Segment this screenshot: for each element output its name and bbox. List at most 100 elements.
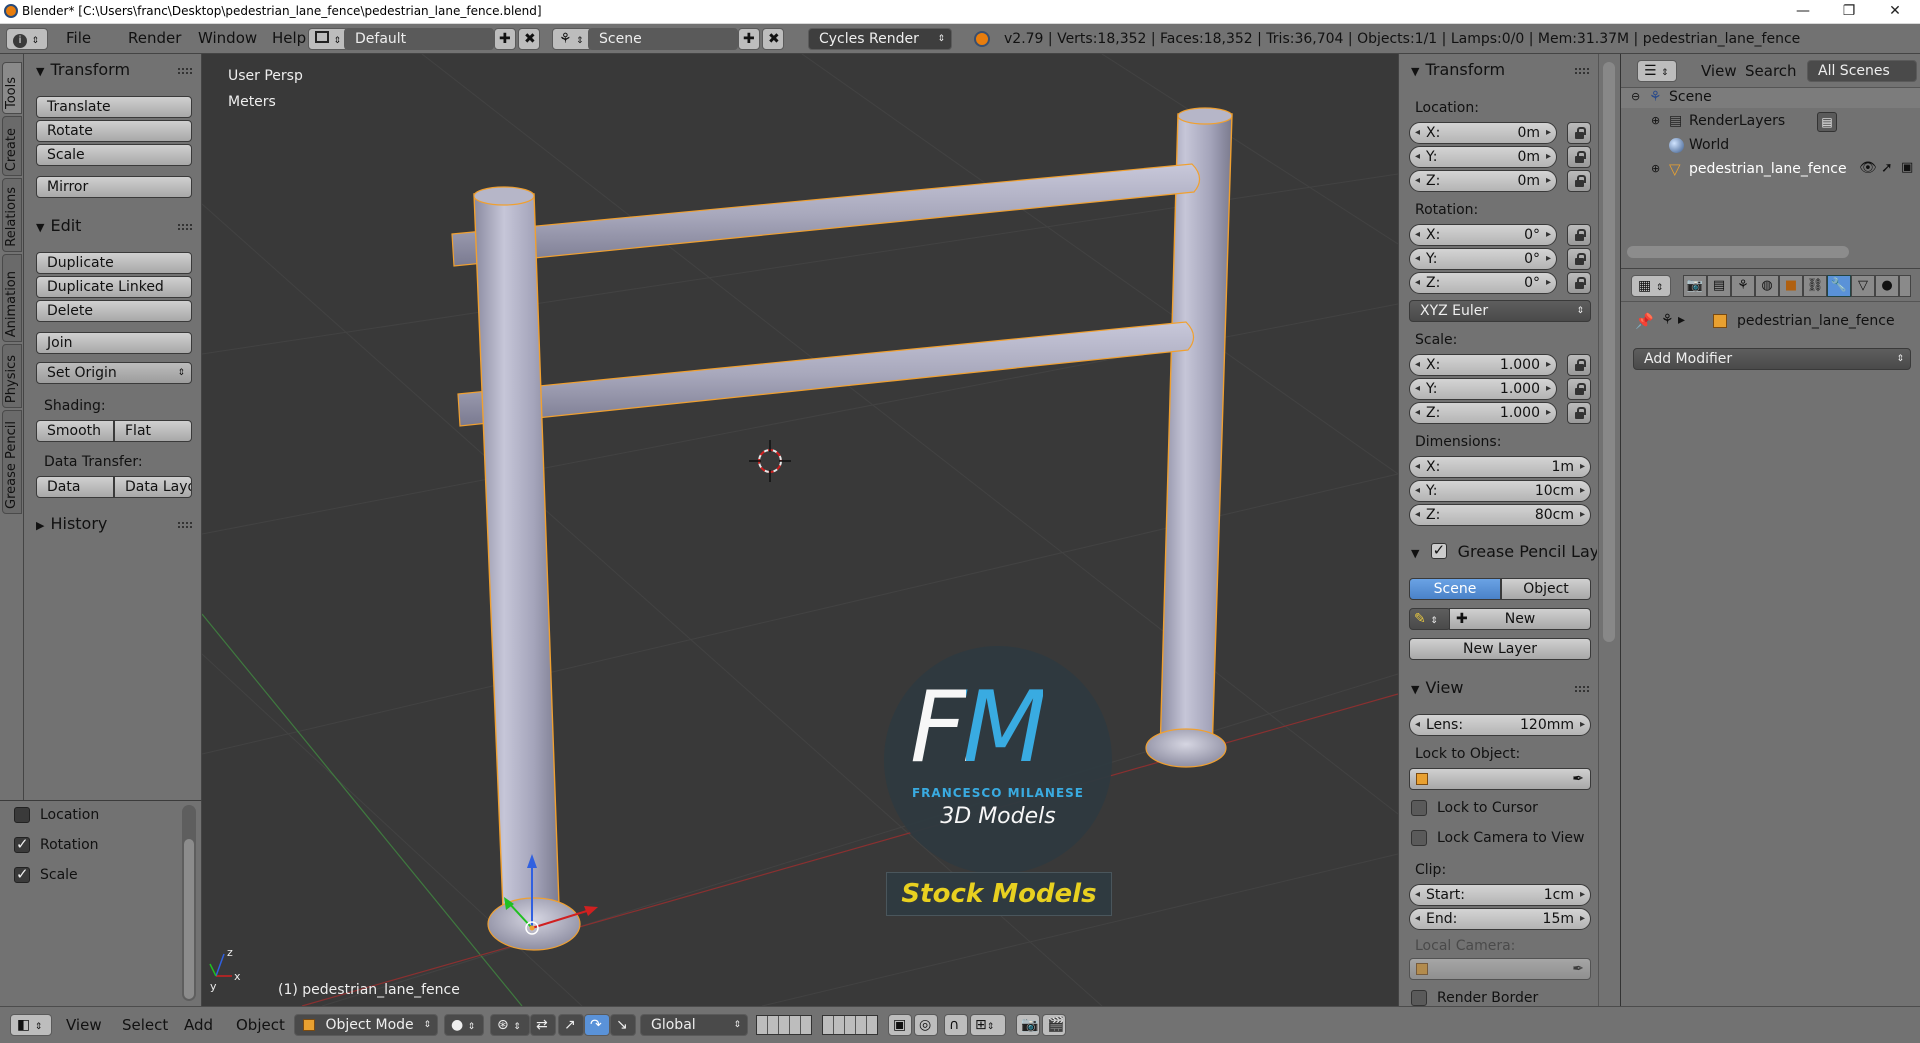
3d-viewport[interactable]: z y x User Persp Meters (1) pedestrian_l… bbox=[202, 54, 1398, 1006]
gp-new-button[interactable]: ✚ New bbox=[1449, 608, 1591, 630]
dimensions-y-field[interactable]: ◂ Y: 10cm ▸ bbox=[1409, 480, 1591, 502]
world-tab-icon[interactable]: ◍ bbox=[1755, 275, 1779, 297]
lock-location-z-icon[interactable] bbox=[1567, 170, 1591, 192]
minimize-button[interactable]: — bbox=[1780, 0, 1826, 24]
panel-grip-icon[interactable] bbox=[1575, 68, 1589, 74]
constraints-tab-icon[interactable]: ⛓ bbox=[1803, 275, 1827, 297]
outliner-row-renderlayers[interactable]: ⊕ ▤ RenderLayers ▤ bbox=[1621, 112, 1920, 132]
render-border-checkbox[interactable] bbox=[1411, 990, 1427, 1006]
lock-scale-z-icon[interactable] bbox=[1567, 402, 1591, 424]
rotation-mode-dropdown[interactable]: XYZ Euler ⇕ bbox=[1409, 300, 1591, 322]
menu-add[interactable]: Add bbox=[184, 1016, 213, 1034]
tab-grease-pencil[interactable]: Grease Pencil bbox=[2, 410, 22, 514]
visibility-eye-icon[interactable]: 👁 bbox=[1859, 160, 1877, 176]
location-y-field[interactable]: ◂ Y: 0m ▸ bbox=[1409, 146, 1557, 168]
data-tab-icon[interactable]: ▽ bbox=[1851, 275, 1875, 297]
lock-scale-x-icon[interactable] bbox=[1567, 354, 1591, 376]
clip-end-field[interactable]: ◂ End: 15m ▸ bbox=[1409, 908, 1591, 930]
menu-render[interactable]: Render bbox=[128, 29, 181, 47]
n-panel-scrollbar[interactable] bbox=[1603, 62, 1615, 642]
modifiers-tab-icon[interactable]: 🔧 bbox=[1827, 275, 1851, 297]
scale-checkbox[interactable] bbox=[14, 865, 30, 883]
opengl-render-animation-button[interactable]: 🎬 bbox=[1042, 1014, 1066, 1036]
view-panel-header[interactable]: ▼ View bbox=[1411, 678, 1463, 697]
join-button[interactable]: Join bbox=[36, 332, 192, 354]
pivot-point-dropdown[interactable]: ⊛ ⇕ bbox=[490, 1014, 530, 1036]
mirror-button[interactable]: Mirror bbox=[36, 176, 192, 198]
outliner-editor-type-button[interactable]: ☰ ⇕ bbox=[1637, 60, 1677, 82]
translate-manipulator-button[interactable]: ↗ bbox=[558, 1014, 584, 1036]
scene-tab-icon[interactable]: ⚘ bbox=[1731, 275, 1755, 297]
scrollbar-thumb[interactable] bbox=[184, 839, 194, 999]
gp-datablock-selector[interactable]: ✎ ⇕ bbox=[1409, 608, 1451, 630]
n-transform-header[interactable]: ▼ Transform bbox=[1411, 60, 1505, 79]
selectable-arrow-icon[interactable]: ➚ bbox=[1881, 160, 1893, 176]
outliner-display-mode[interactable]: All Scenes bbox=[1807, 60, 1917, 82]
delete-layout-button[interactable]: ✖ bbox=[518, 28, 540, 50]
layers-grid-1[interactable] bbox=[756, 1015, 812, 1035]
screen-layout-selector[interactable]: ⇕ bbox=[308, 28, 348, 50]
close-button[interactable]: ✕ bbox=[1872, 0, 1918, 24]
scale-button[interactable]: Scale bbox=[36, 144, 192, 166]
dimensions-z-field[interactable]: ◂ Z: 80cm ▸ bbox=[1409, 504, 1591, 526]
outliner-row-world[interactable]: World bbox=[1621, 136, 1920, 156]
location-z-field[interactable]: ◂ Z: 0m ▸ bbox=[1409, 170, 1557, 192]
manipulator-toggle[interactable]: ⇄ bbox=[530, 1014, 556, 1036]
rotation-checkbox[interactable] bbox=[14, 835, 30, 853]
delete-scene-button[interactable]: ✖ bbox=[762, 28, 784, 50]
data-layout-transfer-button[interactable]: Data Layo bbox=[114, 476, 192, 498]
snap-element-dropdown[interactable]: ⊞⇕ bbox=[970, 1014, 1006, 1036]
expand-icon[interactable]: ⊕ bbox=[1651, 162, 1660, 175]
lock-to-cursor-checkbox[interactable] bbox=[1411, 800, 1427, 816]
outliner-horizontal-scrollbar[interactable] bbox=[1627, 246, 1849, 258]
scale-x-field[interactable]: ◂ X: 1.000 ▸ bbox=[1409, 354, 1557, 376]
viewport-editor-type-button[interactable]: ◧ ⇕ bbox=[10, 1014, 52, 1036]
duplicate-linked-button[interactable]: Duplicate Linked bbox=[36, 276, 192, 298]
gp-object-toggle[interactable]: Object bbox=[1501, 578, 1591, 600]
maximize-button[interactable]: ❐ bbox=[1826, 0, 1872, 24]
location-x-field[interactable]: ◂ X: 0m ▸ bbox=[1409, 122, 1557, 144]
snap-toggle[interactable]: ∩ bbox=[944, 1014, 968, 1036]
outliner-row-object[interactable]: ⊕ ▽ pedestrian_lane_fence 👁 ➚ ▣ bbox=[1621, 160, 1920, 180]
add-modifier-dropdown[interactable]: Add Modifier ⇕ bbox=[1633, 348, 1911, 370]
render-layers-tab-icon[interactable]: ▤ bbox=[1707, 275, 1731, 297]
opengl-render-button[interactable]: 📷 bbox=[1016, 1014, 1040, 1036]
add-layout-button[interactable]: ✚ bbox=[494, 28, 516, 50]
scene-name[interactable]: Scene bbox=[588, 28, 738, 50]
duplicate-button[interactable]: Duplicate bbox=[36, 252, 192, 274]
lock-rotation-x-icon[interactable] bbox=[1567, 224, 1591, 246]
menu-select[interactable]: Select bbox=[122, 1016, 168, 1034]
edit-panel-header[interactable]: ▼ Edit bbox=[36, 216, 81, 235]
lock-rotation-z-icon[interactable] bbox=[1567, 272, 1591, 294]
menu-window[interactable]: Window bbox=[198, 29, 257, 47]
eyedropper-icon[interactable]: ✒ bbox=[1572, 769, 1584, 789]
rotate-button[interactable]: Rotate bbox=[36, 120, 192, 142]
outliner-view-menu[interactable]: View bbox=[1701, 62, 1737, 80]
shading-smooth-button[interactable]: Smooth bbox=[36, 420, 114, 442]
render-layer-toggle-icon[interactable]: ▤ bbox=[1817, 112, 1837, 132]
lock-location-y-icon[interactable] bbox=[1567, 146, 1591, 168]
grease-pencil-layer-header[interactable]: ▼ Grease Pencil Layer bbox=[1411, 542, 1597, 561]
lock-camera-to-view-checkbox[interactable] bbox=[1411, 830, 1427, 846]
scale-y-field[interactable]: ◂ Y: 1.000 ▸ bbox=[1409, 378, 1557, 400]
menu-object[interactable]: Object bbox=[236, 1016, 285, 1034]
tab-animation[interactable]: Animation bbox=[2, 254, 22, 342]
rotate-manipulator-button[interactable]: ↷ bbox=[584, 1014, 610, 1036]
texture-tab-icon[interactable] bbox=[1899, 275, 1911, 297]
lock-to-object-field[interactable]: ✒ bbox=[1409, 768, 1591, 790]
scale-manipulator-button[interactable]: ↘ bbox=[610, 1014, 636, 1036]
panel-grip-icon[interactable] bbox=[1575, 686, 1589, 692]
tab-tools[interactable]: Tools bbox=[2, 62, 22, 114]
tab-relations[interactable]: Relations bbox=[2, 178, 22, 252]
shading-flat-button[interactable]: Flat bbox=[114, 420, 192, 442]
outliner-row-scene[interactable]: ⊖ ⚘ Scene bbox=[1621, 88, 1920, 108]
grease-pencil-layer-checkbox[interactable] bbox=[1430, 542, 1447, 559]
properties-editor-type-button[interactable]: ▦ ⇕ bbox=[1631, 275, 1671, 297]
object-tab-icon[interactable]: ■ bbox=[1779, 275, 1803, 297]
lock-scale-y-icon[interactable] bbox=[1567, 378, 1591, 400]
3d-cursor-icon[interactable] bbox=[749, 440, 791, 482]
gp-new-layer-button[interactable]: New Layer bbox=[1409, 638, 1591, 660]
expand-icon[interactable]: ⊕ bbox=[1651, 114, 1660, 127]
lock-layers-button[interactable]: ▣ bbox=[888, 1014, 912, 1036]
add-scene-button[interactable]: ✚ bbox=[738, 28, 760, 50]
